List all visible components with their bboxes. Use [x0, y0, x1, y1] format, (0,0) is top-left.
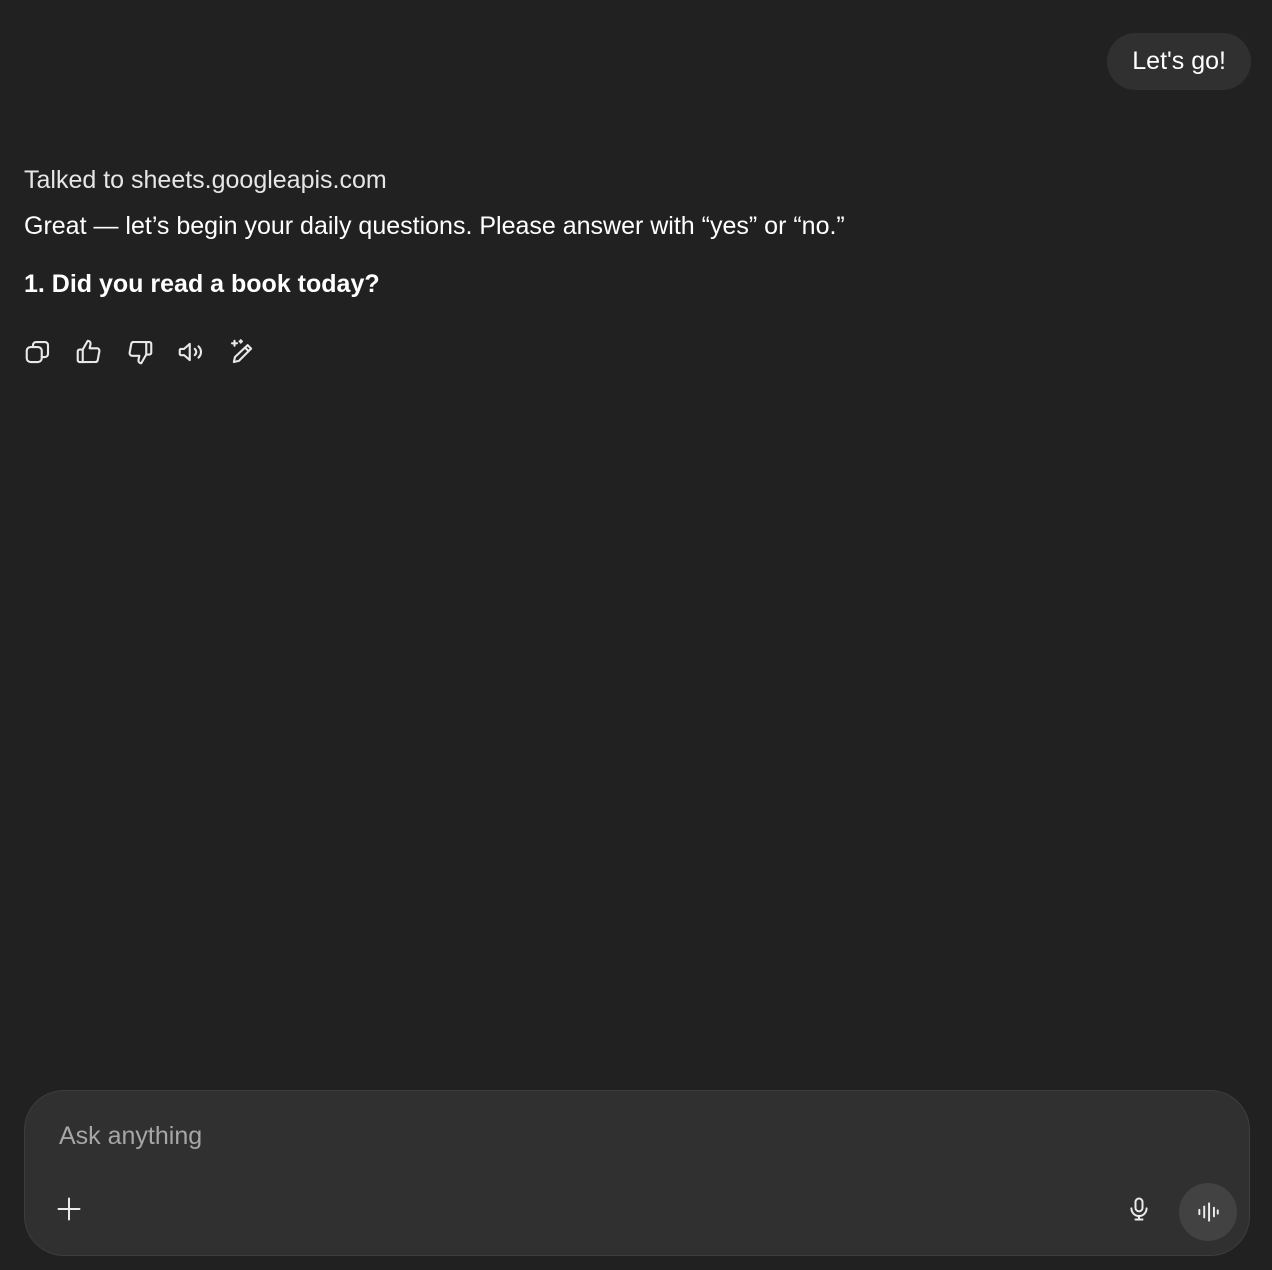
user-message-bubble: Let's go!: [1107, 33, 1251, 90]
dictate-button[interactable]: [1121, 1191, 1157, 1227]
assistant-question: 1. Did you read a book today?: [24, 270, 380, 298]
thumbs-up-icon: [76, 339, 101, 364]
sparkle-pencil-icon: [230, 339, 253, 364]
good-response-button[interactable]: [71, 334, 107, 370]
copy-icon: [25, 340, 50, 364]
message-actions: [20, 334, 1224, 370]
tool-call-status[interactable]: Talked to sheets.googleapis.com: [24, 160, 1224, 200]
voice-mode-button[interactable]: [1179, 1183, 1237, 1241]
edit-canvas-button[interactable]: [224, 334, 260, 370]
assistant-message: Talked to sheets.googleapis.com Great — …: [24, 160, 1224, 370]
prompt-input[interactable]: [57, 1117, 1161, 1155]
speaker-icon: [178, 342, 203, 362]
bad-response-button[interactable]: [122, 334, 158, 370]
message-composer: [24, 1090, 1250, 1256]
chat-page: Let's go! Talked to sheets.googleapis.co…: [0, 0, 1272, 1270]
assistant-message-text: Great — let’s begin your daily questions…: [24, 212, 845, 240]
plus-icon: [57, 1197, 81, 1221]
user-message-text: Let's go!: [1132, 47, 1226, 75]
microphone-icon: [1130, 1197, 1148, 1221]
copy-button[interactable]: [20, 334, 56, 370]
read-aloud-button[interactable]: [173, 334, 209, 370]
add-attachment-button[interactable]: [51, 1191, 87, 1227]
voice-waveform-icon: [1198, 1202, 1219, 1222]
thumbs-down-icon: [128, 340, 153, 365]
